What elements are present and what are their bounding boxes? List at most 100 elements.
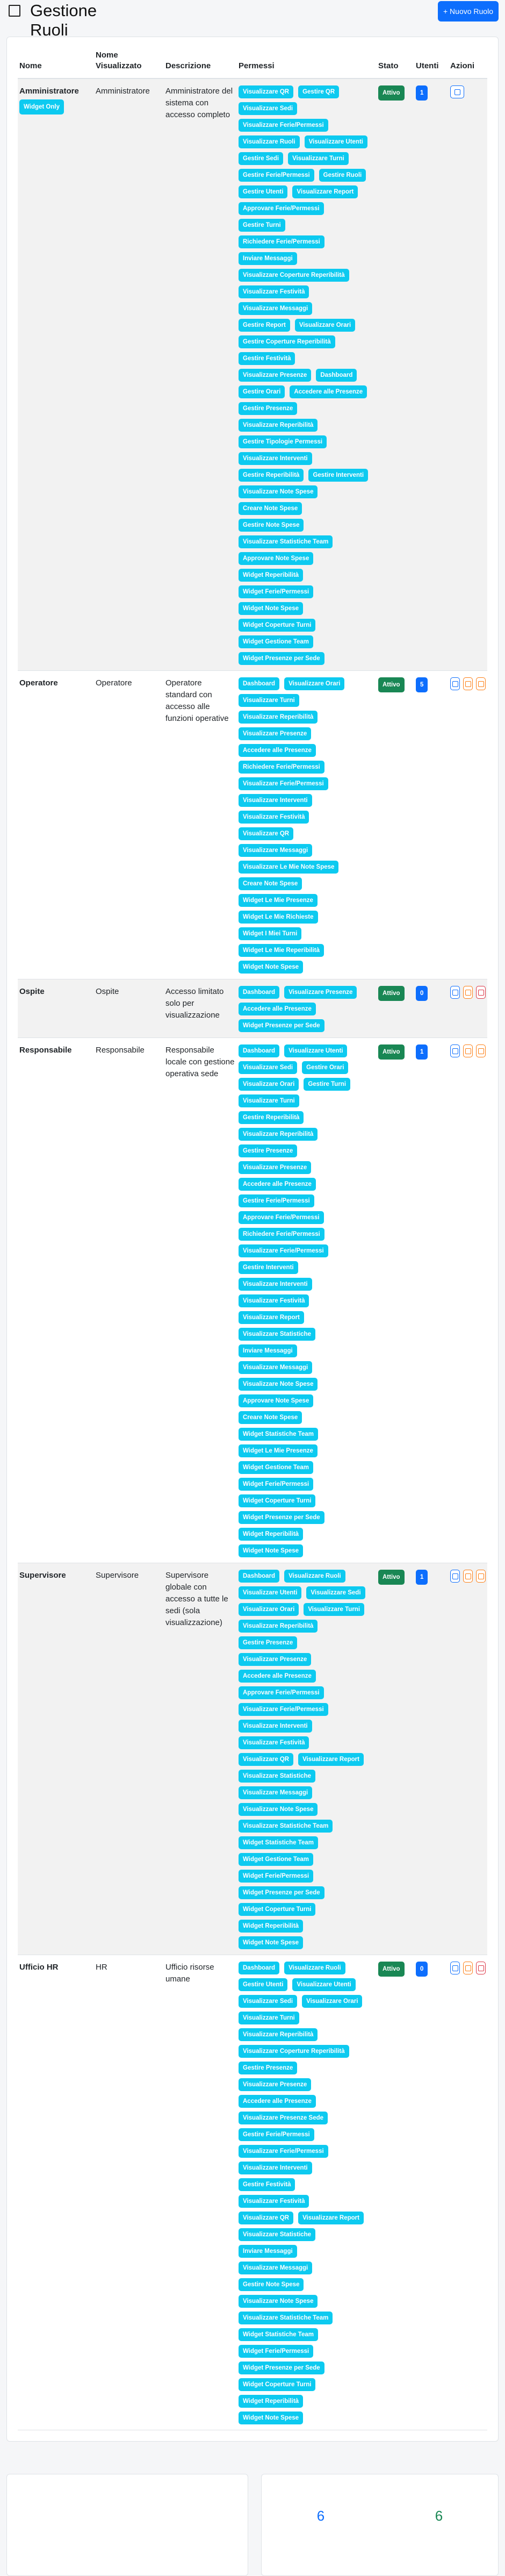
permission-badge: Visualizzare Report bbox=[239, 1311, 304, 1324]
permission-badge: Visualizzare Turni bbox=[288, 152, 349, 165]
role-description: Accesso limitato solo per visualizzazion… bbox=[164, 979, 237, 1038]
edit-role-button[interactable] bbox=[476, 1044, 486, 1057]
role-permissions-cell: Dashboard Visualizzare Utenti Visualizzare… bbox=[237, 1037, 377, 1563]
permission-badge: Gestire Note Spese bbox=[239, 2278, 304, 2291]
permission-badge: Visualizzare Messaggi bbox=[239, 2262, 313, 2274]
role-name: Amministratore bbox=[19, 87, 79, 96]
permission-badge: Visualizzare Reperibilità bbox=[239, 2028, 318, 2041]
permission-badge: Dashboard bbox=[239, 1044, 280, 1057]
permission-badge: Widget Note Spese bbox=[239, 602, 304, 615]
permission-badge: Widget Note Spese bbox=[239, 961, 304, 974]
edit-role-button[interactable] bbox=[463, 1044, 473, 1057]
view-icon bbox=[452, 681, 458, 687]
permission-badge: Visualizzare Presenze bbox=[239, 1653, 312, 1666]
permission-badge: Dashboard bbox=[239, 986, 280, 999]
permission-badge: Visualizzare Orari bbox=[294, 319, 356, 332]
role-permissions-cell: Dashboard Visualizzare Orari Visualizzare … bbox=[237, 670, 377, 979]
permission-badge: Widget Statistiche Team bbox=[239, 1428, 318, 1441]
role-users-cell: 5 bbox=[414, 670, 449, 979]
permission-badge: Visualizzare QR bbox=[239, 1753, 294, 1766]
role-status-cell: Attivo bbox=[377, 1955, 414, 2430]
permission-badge: Gestire Festività bbox=[239, 352, 295, 365]
table-row: Amministratore Widget Only Amministratore A… bbox=[18, 78, 487, 671]
edit-role-button[interactable] bbox=[463, 1570, 473, 1583]
permission-badge: Visualizzare Note Spese bbox=[239, 1378, 318, 1391]
view-icon bbox=[454, 89, 460, 95]
permission-badge: Accedere alle Presenze bbox=[239, 1670, 316, 1683]
edit-role-button[interactable] bbox=[463, 986, 473, 999]
edit-role-button[interactable] bbox=[476, 677, 486, 690]
permission-badge: Widget Presenze per Sede bbox=[239, 2362, 324, 2374]
users-count-badge: 1 bbox=[416, 85, 428, 101]
view-role-button[interactable] bbox=[450, 677, 460, 690]
view-icon bbox=[452, 1573, 458, 1579]
role-display-name: Ospite bbox=[94, 979, 164, 1038]
roles-table-body: Amministratore Widget Only Amministratore A… bbox=[18, 78, 487, 2430]
row-actions bbox=[450, 1962, 486, 1974]
permission-badge: Dashboard bbox=[239, 677, 280, 690]
permission-badge: Widget Statistiche Team bbox=[239, 1836, 318, 1849]
permission-badge: Visualizzare QR bbox=[239, 2212, 294, 2224]
roles-table: Nome Nome Visualizzato Descrizione Perme… bbox=[18, 45, 487, 2430]
permission-badge: Gestire Coperture Reperibilità bbox=[239, 335, 335, 348]
edit-icon bbox=[465, 681, 471, 687]
permission-badge: Visualizzare Festività bbox=[239, 811, 309, 824]
role-display-name: Supervisore bbox=[94, 1563, 164, 1955]
permission-badge: Visualizzare Reperibilità bbox=[239, 1128, 318, 1141]
permission-badge: Widget Gestione Team bbox=[239, 1461, 314, 1474]
permission-badge: Visualizzare Report bbox=[298, 1753, 364, 1766]
view-role-button[interactable] bbox=[450, 85, 464, 98]
permission-badge: Visualizzare Messaggi bbox=[239, 1786, 313, 1799]
col-header-users[interactable]: Utenti bbox=[414, 45, 449, 79]
role-description: Amministratore del sistema con accesso c… bbox=[164, 78, 237, 671]
table-row: Supervisore Supervisore Supervisore global… bbox=[18, 1563, 487, 1955]
permission-badge: Widget I Miei Turni bbox=[239, 927, 302, 940]
role-status-cell: Attivo bbox=[377, 979, 414, 1038]
page-title-wrap: Gestione Ruoli bbox=[6, 1, 138, 40]
permission-badge: Visualizzare Festività bbox=[239, 1736, 309, 1749]
permission-badge: Visualizzare Festività bbox=[239, 285, 309, 298]
delete-role-button[interactable] bbox=[476, 1962, 486, 1974]
permission-badge: Visualizzare Turni bbox=[239, 1094, 299, 1107]
col-header-display-name[interactable]: Nome Visualizzato bbox=[94, 45, 164, 79]
permission-badge: Visualizzare Utenti bbox=[304, 135, 367, 148]
row-actions bbox=[450, 986, 486, 999]
view-role-button[interactable] bbox=[450, 1044, 460, 1057]
role-name: Operatore bbox=[19, 678, 58, 688]
col-header-name[interactable]: Nome bbox=[18, 45, 94, 79]
edit-role-button[interactable] bbox=[476, 1570, 486, 1583]
permission-badge: Gestire Interventi bbox=[308, 469, 369, 482]
permission-badge: Visualizzare Note Spese bbox=[239, 1803, 318, 1816]
permission-badge: Creare Note Spese bbox=[239, 1411, 302, 1424]
role-name: Supervisore bbox=[19, 1571, 66, 1580]
edit-role-button[interactable] bbox=[463, 1962, 473, 1974]
col-header-description[interactable]: Descrizione bbox=[164, 45, 237, 79]
col-header-permissions[interactable]: Permessi bbox=[237, 45, 377, 79]
permission-badge: Gestire Orari bbox=[302, 1061, 349, 1074]
permission-badge: Visualizzare Interventi bbox=[239, 794, 312, 807]
permission-badge: Approvare Ferie/Permessi bbox=[239, 1211, 324, 1224]
role-description: Responsabile locale con gestione operati… bbox=[164, 1037, 237, 1563]
role-actions-cell bbox=[449, 670, 487, 979]
view-role-button[interactable] bbox=[450, 1570, 460, 1583]
edit-role-button[interactable] bbox=[463, 677, 473, 690]
col-header-status[interactable]: Stato bbox=[377, 45, 414, 79]
permission-badge: Widget Coperture Turni bbox=[239, 2378, 316, 2391]
permission-badge: Visualizzare Statistiche Team bbox=[239, 535, 333, 548]
role-name-cell: Supervisore bbox=[18, 1563, 94, 1955]
permission-badge: Gestire Utenti bbox=[239, 185, 288, 198]
view-role-button[interactable] bbox=[450, 986, 460, 999]
table-header-row: Nome Nome Visualizzato Descrizione Perme… bbox=[18, 45, 487, 79]
permission-badge: Visualizzare Sedi bbox=[239, 1995, 298, 2008]
permission-badge: Gestire Presenze bbox=[239, 402, 298, 415]
new-role-button[interactable]: + Nuovo Ruolo bbox=[437, 1, 499, 22]
view-role-button[interactable] bbox=[450, 1962, 460, 1974]
col-header-actions: Azioni bbox=[449, 45, 487, 79]
permission-badge: Richiedere Ferie/Permessi bbox=[239, 235, 324, 248]
permission-badge: Widget Presenze per Sede bbox=[239, 652, 324, 665]
delete-role-button[interactable] bbox=[476, 986, 486, 999]
status-badge: Attivo bbox=[378, 677, 405, 692]
permission-list: Dashboard Visualizzare Ruoli Gestire Utent… bbox=[239, 1962, 375, 2424]
role-display-name: HR bbox=[94, 1955, 164, 2430]
permission-badge: Inviare Messaggi bbox=[239, 1344, 297, 1357]
